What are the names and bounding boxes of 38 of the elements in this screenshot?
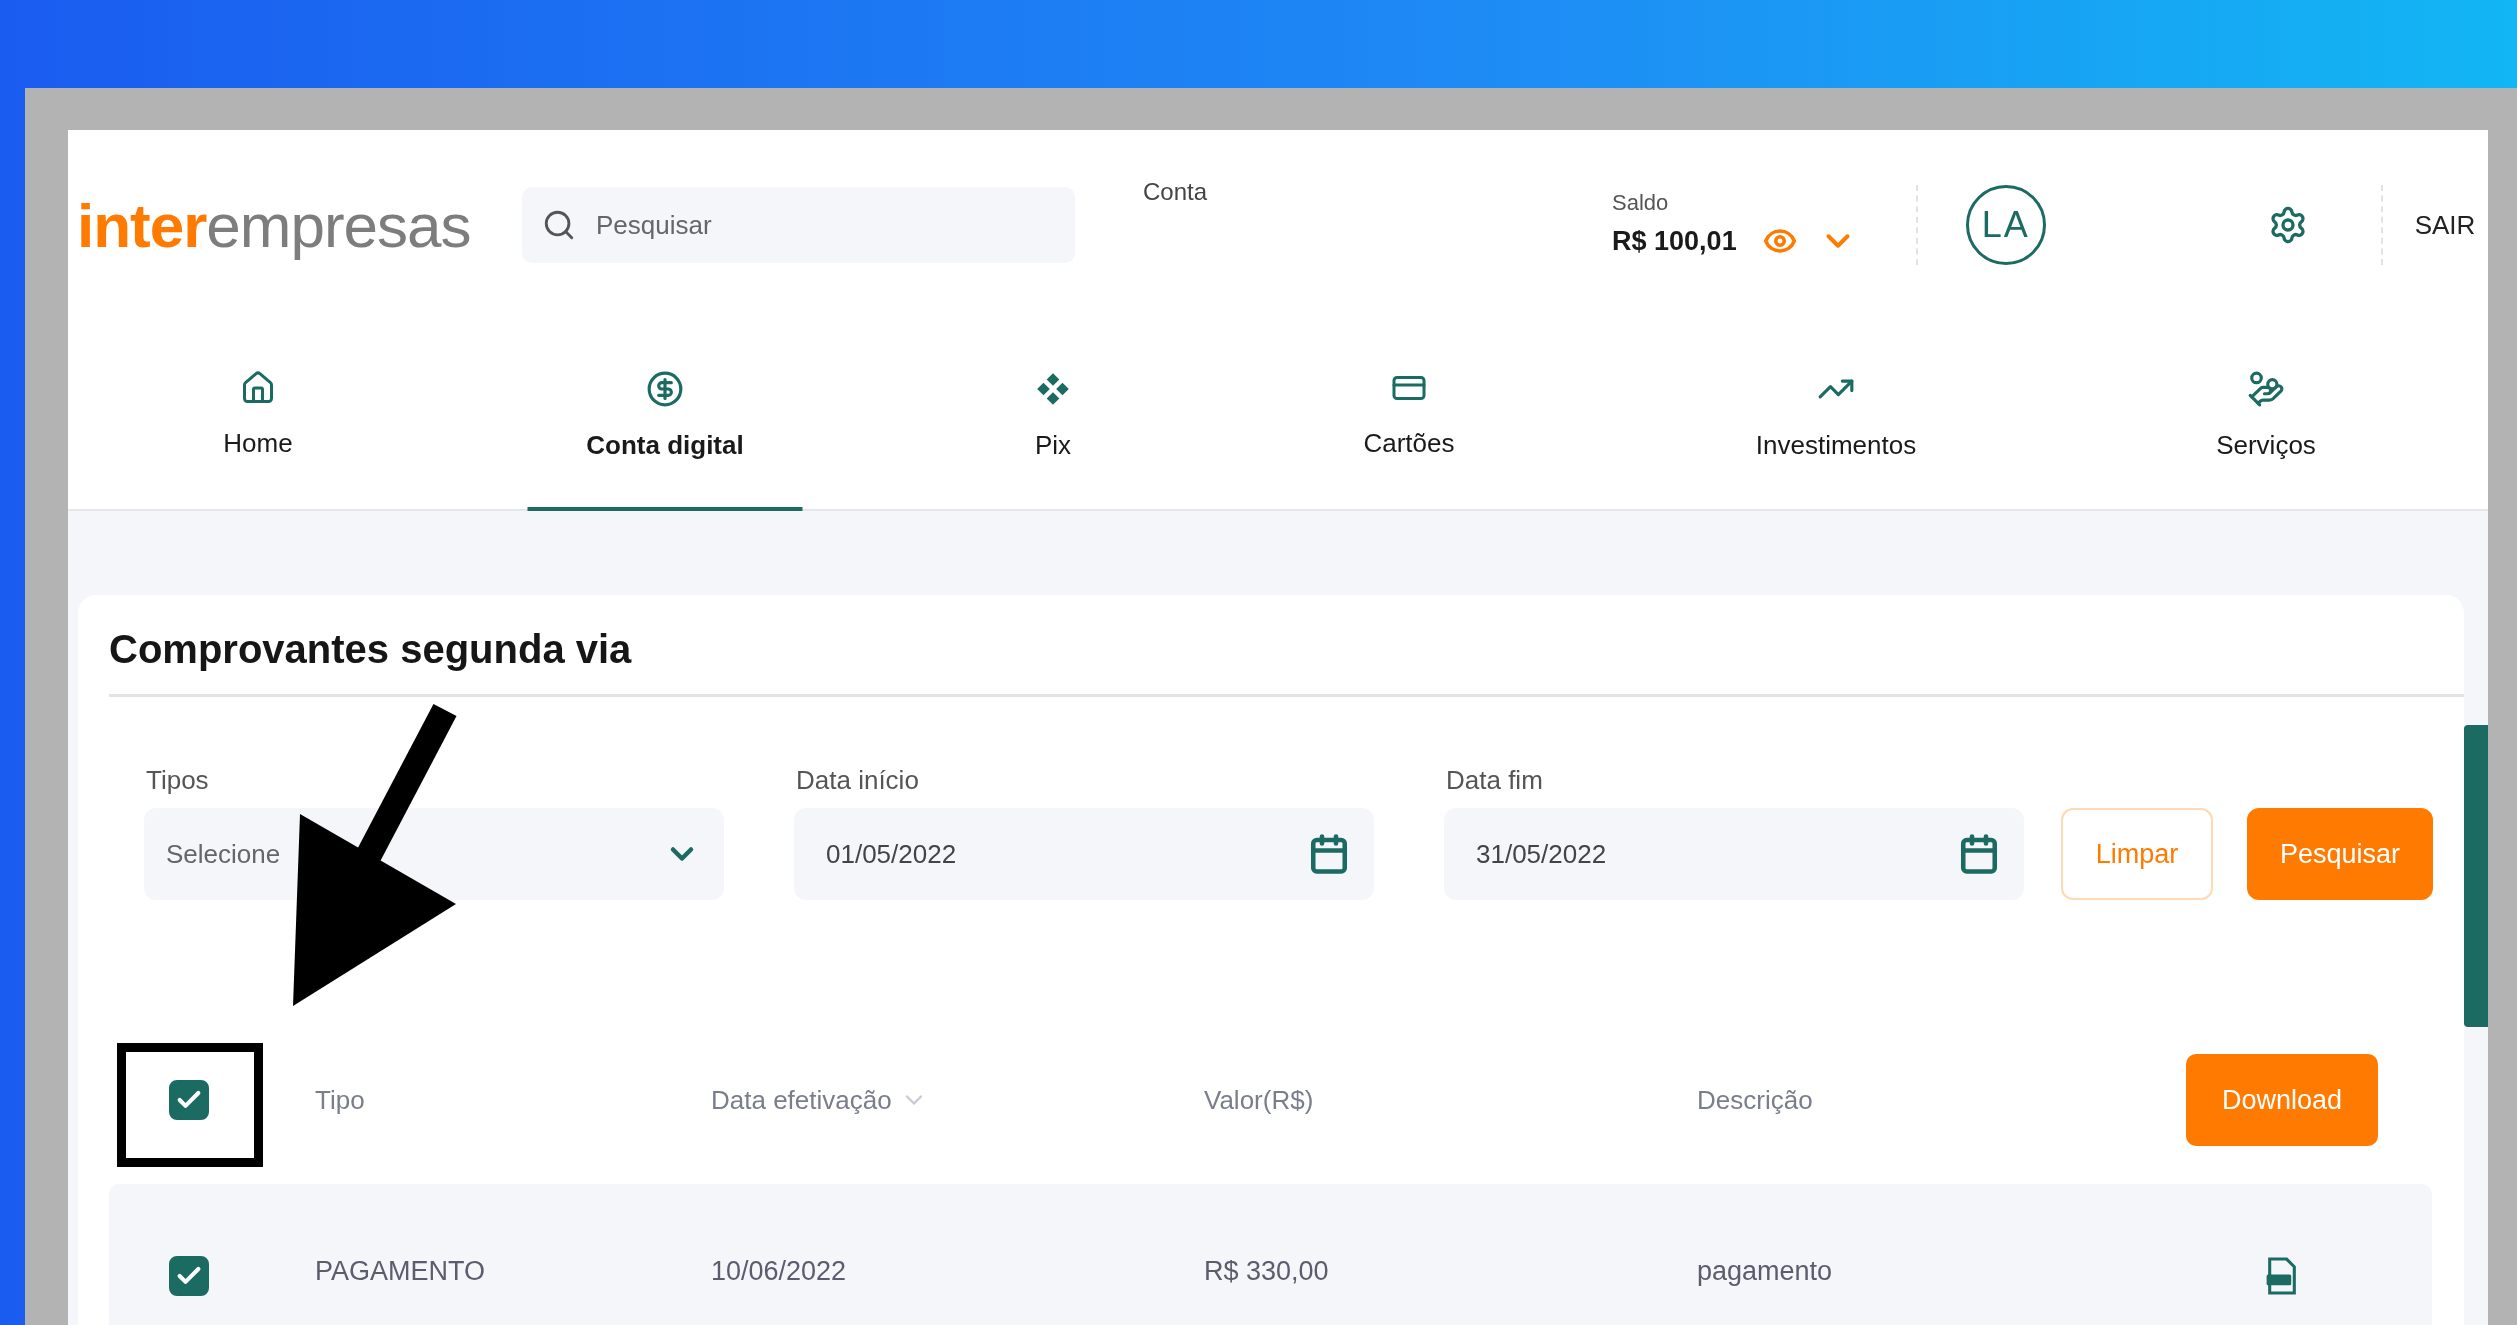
calendar-icon: [1958, 833, 2000, 875]
hand-coin-icon: [2247, 370, 2285, 408]
table-row[interactable]: PAGAMENTO 10/06/2022 R$ 330,00 pagamento: [109, 1184, 2432, 1325]
search-field[interactable]: Pesquisar: [522, 187, 1075, 263]
nav-tab[interactable]: Investimentos: [1594, 320, 2078, 509]
balance-label: Saldo: [1612, 190, 1670, 216]
card-title: Comprovantes segunda via: [109, 627, 2464, 697]
calendar-icon: [1308, 833, 1350, 875]
date-field[interactable]: 01/05/2022: [794, 808, 1374, 900]
dollar-coin-icon: [646, 370, 684, 408]
nav-tab[interactable]: Cartões: [1224, 320, 1594, 509]
column-header: Descrição: [1697, 1084, 1814, 1116]
nav-tab[interactable]: Home: [68, 320, 448, 509]
checkbox[interactable]: [169, 1080, 209, 1120]
search-icon: [542, 208, 576, 242]
nav-tab[interactable]: Conta digital: [448, 320, 882, 509]
nav-tab[interactable]: Pix: [882, 320, 1224, 509]
home-icon: [240, 370, 276, 406]
table-cell-text: PAGAMENTO: [315, 1256, 487, 1287]
table-cell-text: 10/06/2022: [711, 1256, 848, 1287]
field-label: Data início: [795, 765, 920, 796]
logout-button[interactable]: SAIR: [2414, 209, 2476, 241]
search-input[interactable]: Pesquisar: [594, 208, 1055, 242]
table-cell-text: pagamento: [1697, 1256, 1834, 1287]
scrollbar-thumb[interactable]: [2464, 725, 2488, 1027]
nav-tab[interactable]: Serviços: [2078, 320, 2454, 509]
table-cell-text: R$ 330,00: [1204, 1256, 1330, 1287]
column-header: Tipo: [315, 1084, 366, 1116]
logo[interactable]: interempresas: [77, 189, 522, 261]
field-label: Tipos: [145, 765, 210, 796]
balance-value: R$ 100,01: [1612, 225, 1737, 257]
account-label: Conta: [1143, 178, 1208, 206]
avatar[interactable]: LA: [1965, 185, 2046, 265]
date-field[interactable]: 31/05/2022: [1444, 808, 2024, 900]
column-header[interactable]: Data efetivação: [711, 1084, 1204, 1116]
checkbox[interactable]: [169, 1256, 209, 1296]
field-label: Data fim: [1445, 765, 1544, 796]
column-header: Valor(R$): [1204, 1084, 1315, 1116]
